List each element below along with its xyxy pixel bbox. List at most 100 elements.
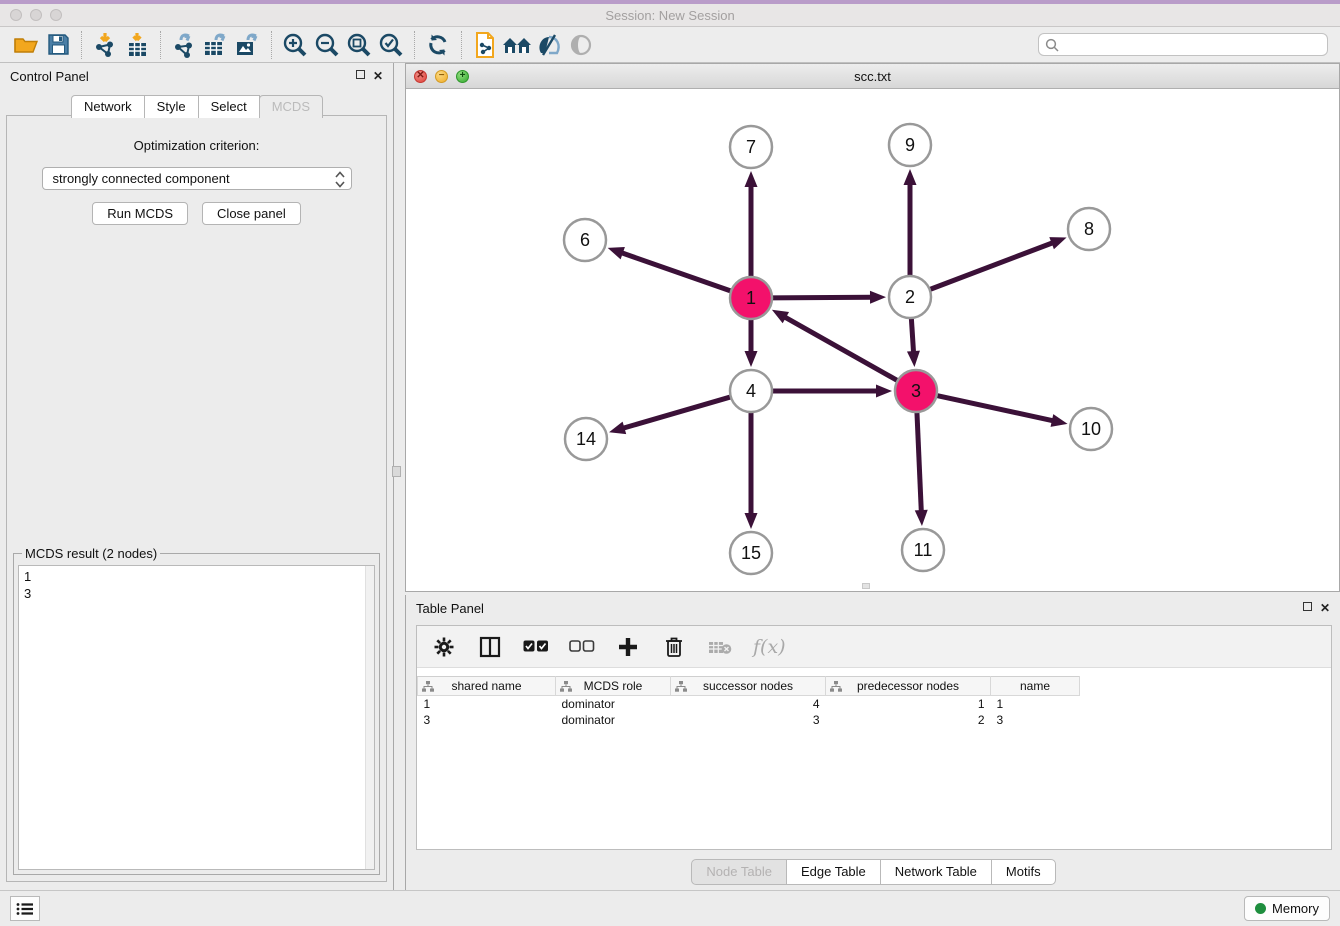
table-cell[interactable]: 3 [991,712,1080,728]
delete-table-button[interactable] [707,634,733,660]
select-all-button[interactable] [523,634,549,660]
result-scrollbar[interactable] [365,566,374,869]
node-table-container: f(x) shared name [416,625,1332,850]
node-label: 10 [1081,419,1101,439]
show-style-button[interactable] [533,30,565,60]
splitter-handle[interactable] [392,466,401,477]
table-cell[interactable]: 1 [826,696,991,712]
open-file-button[interactable] [10,30,42,60]
graph-edge[interactable] [784,317,899,382]
run-mcds-button[interactable]: Run MCDS [92,202,188,225]
save-session-button[interactable] [42,30,74,60]
function-builder-button[interactable]: f(x) [753,634,786,660]
graph-edge[interactable] [935,395,1054,421]
export-image-button[interactable] [232,30,264,60]
deselect-all-button[interactable] [569,634,595,660]
table-row[interactable]: 1dominator411 [418,696,1080,712]
optimization-criterion-select[interactable]: strongly connected component [42,167,352,190]
tab-node-table[interactable]: Node Table [691,859,787,885]
close-panel-button[interactable]: Close panel [202,202,301,225]
column-header-name[interactable]: name [991,677,1080,696]
refresh-button[interactable] [422,30,454,60]
table-cell[interactable]: 4 [671,696,826,712]
status-bar: Memory [0,890,1340,926]
tab-network[interactable]: Network [71,95,145,118]
graph-edge[interactable] [621,253,733,292]
edge-arrowhead [745,513,758,529]
import-table-button[interactable] [121,30,153,60]
task-history-button[interactable] [10,896,40,921]
zoom-fit-button[interactable] [343,30,375,60]
graph-edge[interactable] [917,410,921,512]
window-titlebar: Session: New Session [0,4,1340,27]
edge-arrowhead [904,169,917,185]
clone-network-button[interactable] [469,30,501,60]
export-network-button[interactable] [168,30,200,60]
add-column-button[interactable] [615,634,641,660]
table-cell[interactable]: 3 [418,712,556,728]
graph-edge[interactable] [928,242,1054,290]
clone-network-icon [473,31,497,59]
column-selector-button[interactable] [477,634,503,660]
eye-icon [568,33,594,57]
tab-mcds[interactable]: MCDS [259,95,323,118]
network-frame-titlebar[interactable]: ✕ − + scc.txt [406,64,1339,89]
column-header-mcds-role[interactable]: MCDS role [556,677,671,696]
control-panel-title: Control Panel [10,69,89,84]
column-header-predecessor-nodes[interactable]: predecessor nodes [826,677,991,696]
main-toolbar [0,27,1340,63]
tab-motifs[interactable]: Motifs [991,859,1056,885]
memory-button[interactable]: Memory [1244,896,1330,921]
import-table-icon [125,32,149,58]
import-network-icon [93,32,117,58]
close-panel-icon[interactable]: ✕ [1320,602,1330,614]
tab-network-table[interactable]: Network Table [880,859,992,885]
network-graph: 1234678910111415 [406,89,1339,591]
homes-icon [501,33,533,57]
network-canvas[interactable]: 1234678910111415 [406,89,1339,591]
network-view-frame: ✕ − + scc.txt 1234678910111415 [405,63,1340,592]
table-cell[interactable]: dominator [556,712,671,728]
float-panel-icon[interactable] [356,70,365,79]
show-graphics-details-button[interactable] [565,30,597,60]
home-layout-button[interactable] [501,30,533,60]
unchecked-boxes-icon [569,640,595,653]
table-cell[interactable]: 1 [418,696,556,712]
graph-edge[interactable] [622,396,732,428]
graph-edge[interactable] [911,316,913,353]
tab-select[interactable]: Select [198,95,260,118]
column-header-successor-nodes[interactable]: successor nodes [671,677,826,696]
zoom-in-button[interactable] [279,30,311,60]
graph-edge[interactable] [770,297,872,298]
table-cell[interactable]: dominator [556,696,671,712]
optimization-criterion-label: Optimization criterion: [7,138,386,153]
node-label: 1 [746,288,756,308]
node-label: 11 [914,540,933,560]
import-network-button[interactable] [89,30,121,60]
table-settings-button[interactable] [431,634,457,660]
search-input[interactable] [1064,38,1321,52]
window-title: Session: New Session [0,8,1340,23]
list-icon [16,902,34,916]
close-panel-icon[interactable]: ✕ [373,70,383,82]
search-field[interactable] [1038,33,1328,56]
tab-edge-table[interactable]: Edge Table [786,859,881,885]
column-header-shared-name[interactable]: shared name [418,677,556,696]
table-cell[interactable]: 2 [826,712,991,728]
mcds-result-text[interactable]: 1 3 [18,565,375,870]
checked-boxes-icon [523,640,549,653]
zoom-out-button[interactable] [311,30,343,60]
edge-arrowhead [608,247,625,259]
mcds-tab-content: Optimization criterion: strongly connect… [6,115,387,882]
zoom-selected-button[interactable] [375,30,407,60]
delete-column-button[interactable] [661,634,687,660]
float-panel-icon[interactable] [1303,602,1312,611]
edge-arrowhead [915,510,928,526]
table-row[interactable]: 3dominator323 [418,712,1080,728]
table-cell[interactable]: 3 [671,712,826,728]
export-table-button[interactable] [200,30,232,60]
tab-style[interactable]: Style [144,95,199,118]
canvas-resize-handle[interactable] [862,583,870,589]
table-cell[interactable]: 1 [991,696,1080,712]
plus-icon [618,637,638,657]
